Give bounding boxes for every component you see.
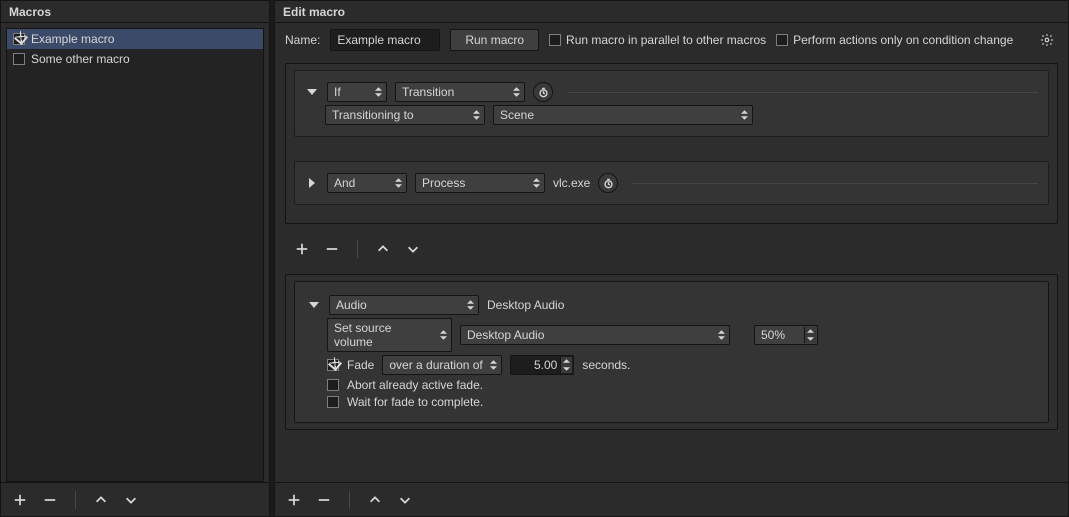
condition-move-up-button[interactable] <box>372 238 394 260</box>
macro-enable-checkbox[interactable] <box>13 53 25 65</box>
condition-move-down-button[interactable] <box>402 238 424 260</box>
condition-block: And Process vlc.exe <box>294 161 1049 205</box>
logic-select[interactable]: And <box>327 173 407 193</box>
run-macro-button[interactable]: Run macro <box>450 29 539 51</box>
macros-title: Macros <box>1 1 269 23</box>
timer-icon[interactable] <box>533 82 553 102</box>
remove-action-button[interactable] <box>313 489 335 511</box>
edit-title: Edit macro <box>275 1 1068 23</box>
abort-fade-label: Abort already active fade. <box>347 378 483 392</box>
actions-toolbar <box>275 482 1068 516</box>
macro-move-up-button[interactable] <box>90 489 112 511</box>
track-line <box>567 92 1038 93</box>
condition-block: If Transition Transitioning to <box>294 70 1049 137</box>
macro-name-input[interactable]: Example macro <box>330 29 440 51</box>
remove-macro-button[interactable] <box>39 489 61 511</box>
on-change-checkbox[interactable] <box>776 34 788 46</box>
process-value: vlc.exe <box>553 176 590 190</box>
scene-select[interactable]: Scene <box>493 105 753 125</box>
fade-mode-select[interactable]: over a duration of <box>382 355 502 375</box>
volume-input[interactable]: 50% <box>754 325 818 345</box>
edit-header: Name: Example macro Run macro Run macro … <box>275 23 1068 57</box>
wait-fade-label: Wait for fade to complete. <box>347 395 483 409</box>
fade-label: Fade <box>347 358 374 372</box>
timer-icon[interactable] <box>598 173 618 193</box>
fade-duration-input[interactable]: 5.00 <box>510 355 574 375</box>
logic-select[interactable]: If <box>327 82 387 102</box>
separator <box>349 491 350 509</box>
add-condition-button[interactable] <box>291 238 313 260</box>
list-item[interactable]: Example macro <box>7 29 263 49</box>
action-block: Audio Desktop Audio Set source volume De… <box>294 281 1049 423</box>
macros-toolbar <box>1 482 269 516</box>
macro-move-down-button[interactable] <box>120 489 142 511</box>
disclosure-down-icon[interactable] <box>305 85 319 99</box>
conditions-section: If Transition Transitioning to <box>285 63 1058 224</box>
condition-type-select[interactable]: Process <box>415 173 545 193</box>
condition-type-select[interactable]: Transition <box>395 82 525 102</box>
action-type-select[interactable]: Audio <box>329 295 479 315</box>
remove-condition-button[interactable] <box>321 238 343 260</box>
transition-mode-select[interactable]: Transitioning to <box>325 105 485 125</box>
parallel-label: Run macro in parallel to other macros <box>566 33 766 47</box>
actions-section: Audio Desktop Audio Set source volume De… <box>285 274 1058 430</box>
macros-list[interactable]: Example macro Some other macro <box>6 28 264 482</box>
macro-label: Some other macro <box>31 52 130 66</box>
parallel-option[interactable]: Run macro in parallel to other macros <box>549 33 766 47</box>
action-move-down-button[interactable] <box>394 489 416 511</box>
audio-source-select[interactable]: Desktop Audio <box>460 325 730 345</box>
macros-panel: Macros Example macro Some other macro <box>0 0 270 517</box>
edit-macro-panel: Edit macro Name: Example macro Run macro… <box>274 0 1069 517</box>
seconds-label: seconds. <box>582 358 630 372</box>
macro-enable-checkbox[interactable] <box>13 33 25 45</box>
abort-fade-checkbox[interactable] <box>327 379 339 391</box>
settings-button[interactable] <box>1036 29 1058 51</box>
separator <box>357 240 358 258</box>
name-label: Name: <box>285 33 320 47</box>
action-move-up-button[interactable] <box>364 489 386 511</box>
parallel-checkbox[interactable] <box>549 34 561 46</box>
conditions-toolbar <box>285 234 1058 264</box>
track-line <box>632 183 1038 184</box>
add-action-button[interactable] <box>283 489 305 511</box>
on-change-label: Perform actions only on condition change <box>793 33 1013 47</box>
macro-label: Example macro <box>31 32 114 46</box>
disclosure-right-icon[interactable] <box>305 176 319 190</box>
disclosure-down-icon[interactable] <box>307 298 321 312</box>
on-change-option[interactable]: Perform actions only on condition change <box>776 33 1013 47</box>
fade-checkbox[interactable] <box>327 359 339 371</box>
separator <box>75 491 76 509</box>
wait-fade-checkbox[interactable] <box>327 396 339 408</box>
action-source-label: Desktop Audio <box>487 298 564 312</box>
list-item[interactable]: Some other macro <box>7 49 263 69</box>
audio-op-select[interactable]: Set source volume <box>327 318 452 352</box>
add-macro-button[interactable] <box>9 489 31 511</box>
